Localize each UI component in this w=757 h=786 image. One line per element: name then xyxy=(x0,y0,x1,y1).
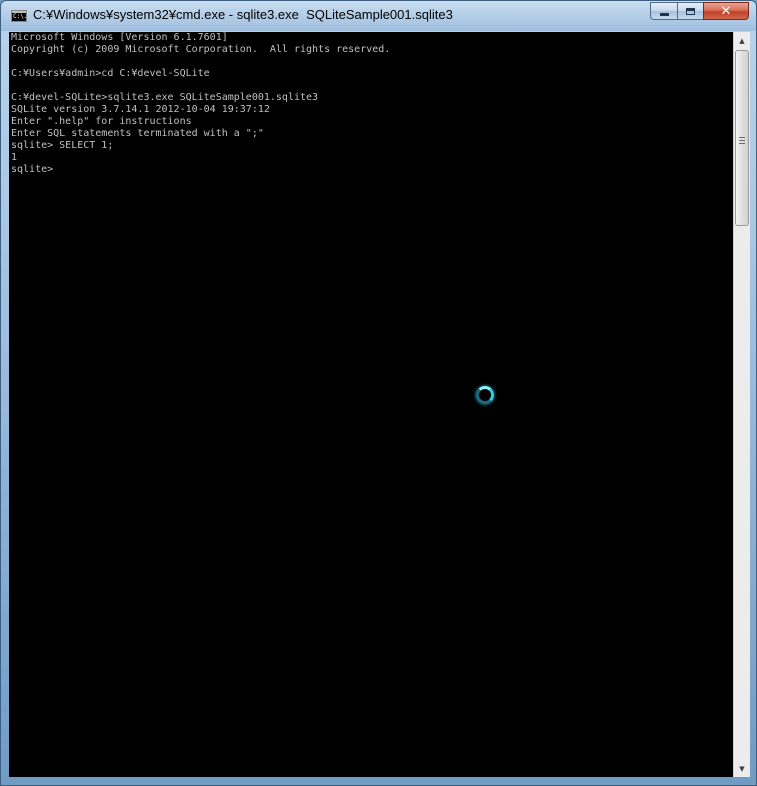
console-line: C:¥devel-SQLite>sqlite3.exe SQLiteSample… xyxy=(11,92,319,103)
console-text: Microsoft Windows [Version 6.1.7601] Copy… xyxy=(11,32,390,176)
maximize-button[interactable] xyxy=(677,2,703,20)
minimize-icon xyxy=(659,12,669,16)
console-line: Copyright (c) 2009 Microsoft Corporation… xyxy=(11,44,391,55)
cmd-console-icon[interactable]: C:\. xyxy=(11,10,27,22)
console-line: sqlite> SELECT 1; xyxy=(11,140,114,151)
window-title: C:¥Windows¥system32¥cmd.exe - sqlite3.ex… xyxy=(33,7,453,22)
icon-text: C:\. xyxy=(13,13,28,20)
close-icon: ✕ xyxy=(720,3,732,19)
console-window: C:\. C:¥Windows¥system32¥cmd.exe - sqlit… xyxy=(0,0,757,786)
title-bar[interactable]: C:\. C:¥Windows¥system32¥cmd.exe - sqlit… xyxy=(1,1,756,31)
console-line: 1 xyxy=(11,152,18,163)
console-line: SQLite version 3.7.14.1 2012-10-04 19:37… xyxy=(11,104,270,115)
console-output-area[interactable]: Microsoft Windows [Version 6.1.7601] Copy… xyxy=(9,32,733,777)
grip-icon xyxy=(739,137,745,144)
arrow-up-icon: ▲ xyxy=(739,36,745,45)
scroll-thumb[interactable] xyxy=(735,50,749,226)
prompt-line: sqlite> xyxy=(11,164,54,175)
minimize-button[interactable] xyxy=(650,2,677,20)
console-line: C:¥Users¥admin>cd C:¥devel-SQLite xyxy=(11,68,210,79)
vertical-scrollbar[interactable]: ▲ ▼ xyxy=(733,32,750,777)
busy-spinner-icon xyxy=(476,386,494,404)
console-line: Enter ".help" for instructions xyxy=(11,116,192,127)
scroll-up-button[interactable]: ▲ xyxy=(734,32,750,49)
close-button[interactable]: ✕ xyxy=(703,2,749,20)
console-line: Microsoft Windows [Version 6.1.7601] xyxy=(11,32,228,43)
arrow-down-icon: ▼ xyxy=(739,764,745,773)
scroll-down-button[interactable]: ▼ xyxy=(734,760,750,777)
caption-buttons: ✕ xyxy=(650,2,749,20)
maximize-icon xyxy=(686,7,695,15)
console-line: Enter SQL statements terminated with a "… xyxy=(11,128,264,139)
